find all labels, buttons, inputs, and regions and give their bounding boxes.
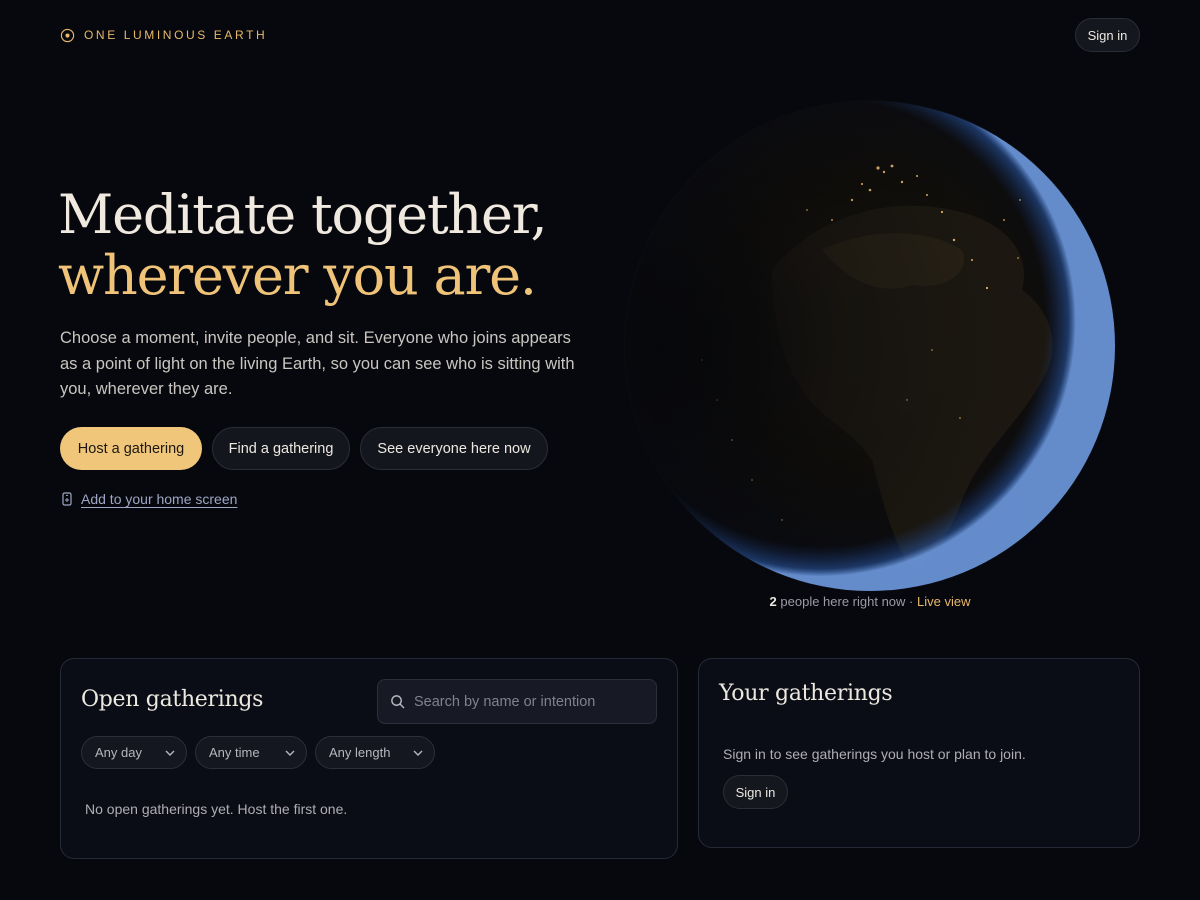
sign-in-button[interactable]: Sign in — [1075, 18, 1140, 52]
host-gathering-button[interactable]: Host a gathering — [60, 427, 202, 470]
earth-globe[interactable] — [622, 100, 1118, 592]
day-filter-label: Any day — [95, 745, 142, 760]
your-gatherings-card: Your gatherings Sign in to see gathering… — [698, 658, 1140, 848]
time-filter[interactable]: Any time — [195, 736, 307, 769]
time-filter-label: Any time — [209, 745, 260, 760]
open-gatherings-card: Open gatherings Any day Any time Any len… — [60, 658, 678, 859]
empty-state: No open gatherings yet. Host the first o… — [85, 801, 348, 817]
brand-name: ONE LUMINOUS EARTH — [84, 28, 268, 42]
earth-night-image — [624, 100, 1116, 592]
sun-dot-icon — [60, 28, 75, 42]
open-gatherings-title: Open gatherings — [81, 687, 264, 712]
card-sign-in-button[interactable]: Sign in — [723, 775, 788, 809]
add-to-home-screen-link[interactable]: Add to your home screen — [81, 491, 237, 507]
chevron-down-icon — [285, 750, 295, 756]
your-gatherings-note: Sign in to see gatherings you host or pl… — [723, 746, 1026, 762]
length-filter-label: Any length — [329, 745, 391, 760]
live-view-link[interactable]: Live view — [917, 594, 970, 609]
phone-icon — [62, 492, 72, 506]
hero-title-line1: Meditate together, — [58, 183, 548, 246]
search-icon — [391, 695, 405, 709]
search-input[interactable] — [414, 693, 644, 710]
hero-subtitle: Choose a moment, invite people, and sit.… — [60, 329, 575, 398]
live-count: 2 — [769, 594, 777, 609]
length-filter[interactable]: Any length — [315, 736, 435, 769]
hero-title-line2: wherever you are. — [58, 244, 537, 307]
see-everyone-button[interactable]: See everyone here now — [360, 427, 548, 470]
chevron-down-icon — [413, 750, 423, 756]
hero-title: Meditate together, wherever you are. — [58, 183, 548, 307]
search-box[interactable] — [377, 679, 657, 724]
find-gathering-button[interactable]: Find a gathering — [212, 427, 350, 470]
add-to-home-screen: Add to your home screen — [62, 491, 237, 507]
live-text: people here right now · — [776, 594, 917, 609]
chevron-down-icon — [165, 750, 175, 756]
cta-row: Host a gathering Find a gathering See ev… — [60, 427, 548, 470]
filter-row: Any day Any time Any length — [81, 736, 435, 769]
day-filter[interactable]: Any day — [81, 736, 187, 769]
live-presence: 2 people here right now · Live view — [620, 594, 1120, 609]
brand[interactable]: ONE LUMINOUS EARTH — [60, 26, 267, 44]
your-gatherings-title: Your gatherings — [719, 681, 893, 706]
